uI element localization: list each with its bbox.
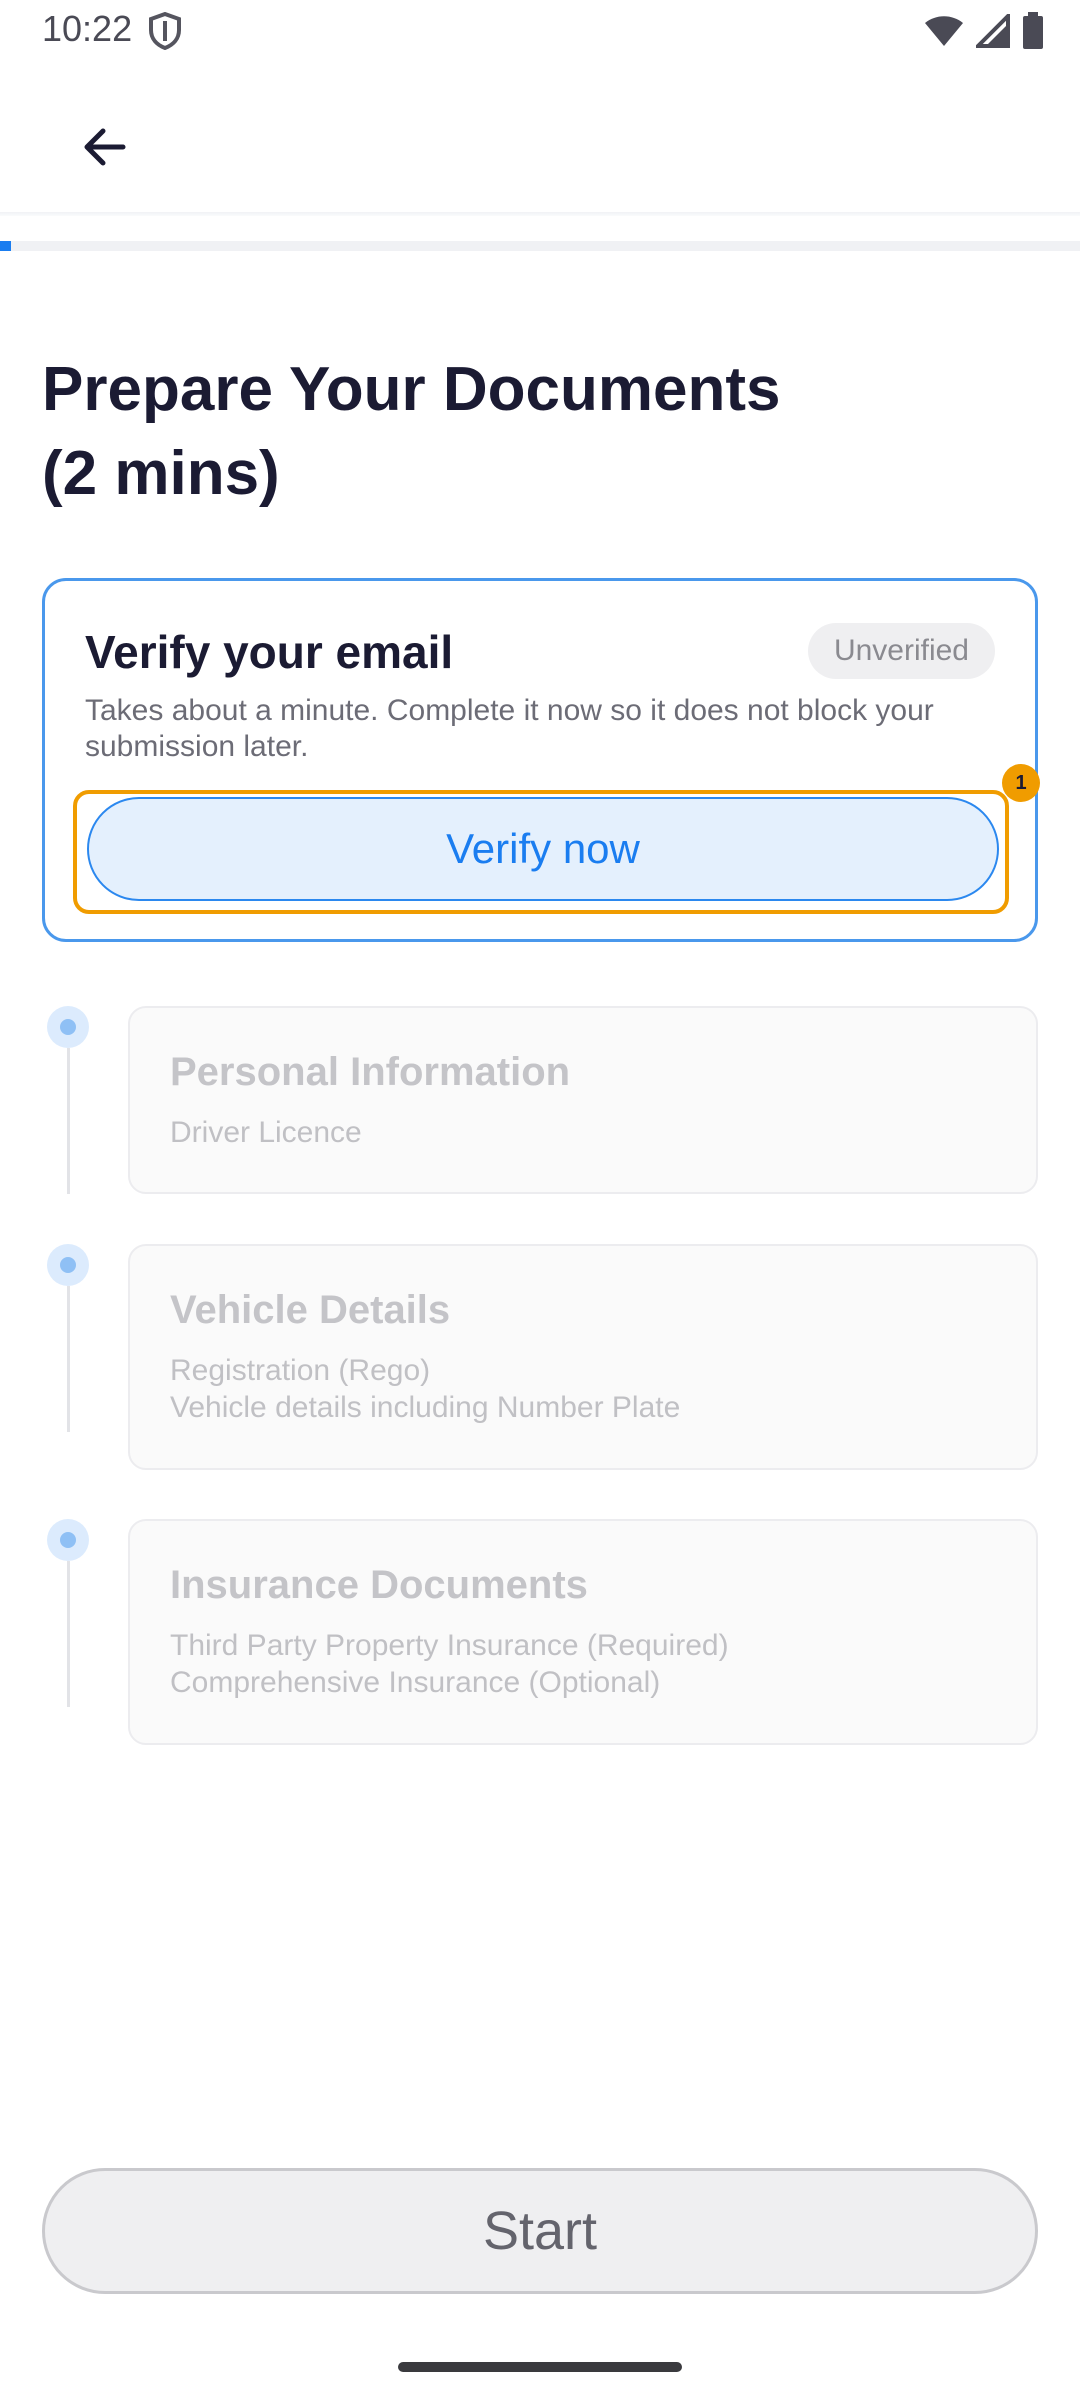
step-line-text: Registration (Rego) [170, 1354, 431, 1387]
focus-badge: 1 [1002, 764, 1040, 802]
page-title: Prepare Your Documents (2 mins) [42, 355, 781, 508]
step-title: Personal Information [170, 1050, 571, 1094]
step-dot [47, 1006, 89, 1048]
wifi-icon [925, 16, 963, 46]
step-description: Registration (Rego) Vehicle details incl… [170, 1352, 680, 1426]
verify-now-button[interactable]: Verify now [87, 797, 999, 901]
status-badge: Unverified [807, 623, 995, 679]
shield-icon [149, 12, 181, 50]
step-card-personal-information[interactable]: Personal Information Driver Licence [128, 1006, 1038, 1194]
battery-icon [1023, 12, 1043, 49]
step-dot [47, 1244, 89, 1286]
status-time: 10:22 [42, 8, 133, 49]
status-bar: 10:22 [0, 0, 1080, 62]
step-card-vehicle-details[interactable]: Vehicle Details Registration (Rego) Vehi… [128, 1244, 1038, 1470]
step-title: Vehicle Details [170, 1288, 451, 1332]
start-button[interactable]: Start [42, 2168, 1038, 2294]
verify-email-description: Takes about a minute. Complete it now so… [85, 694, 934, 763]
step-description: Driver Licence [170, 1114, 362, 1151]
home-indicator[interactable] [398, 2362, 682, 2372]
arrow-left-icon [84, 128, 126, 166]
signal-icon [976, 14, 1010, 48]
progress-bar [0, 241, 1080, 251]
step-description: Third Party Property Insurance (Required… [170, 1627, 729, 1701]
back-button[interactable] [68, 110, 142, 184]
step-title: Insurance Documents [170, 1563, 588, 1607]
verify-email-title: Verify your email [85, 626, 454, 678]
status-icons [924, 12, 1044, 50]
step-line-text: Comprehensive Insurance (Optional) [170, 1666, 661, 1699]
screen: 10:22 Prepare Your Documents (2 mins) Ve… [0, 0, 1080, 2400]
step-line-text: Vehicle details including Number Plate [170, 1391, 681, 1424]
step-line [67, 1048, 70, 1194]
step-dot [47, 1519, 89, 1561]
step-line-text: Driver Licence [170, 1116, 362, 1149]
step-line [67, 1286, 70, 1432]
step-card-insurance-documents[interactable]: Insurance Documents Third Party Property… [128, 1519, 1038, 1745]
app-bar [0, 62, 1080, 214]
app-bar-divider [0, 212, 1080, 216]
verify-email-card: Verify your email Unverified Takes about… [42, 578, 1038, 942]
step-line [67, 1561, 70, 1707]
progress-fill [0, 241, 11, 251]
step-line-text: Third Party Property Insurance (Required… [170, 1629, 729, 1662]
